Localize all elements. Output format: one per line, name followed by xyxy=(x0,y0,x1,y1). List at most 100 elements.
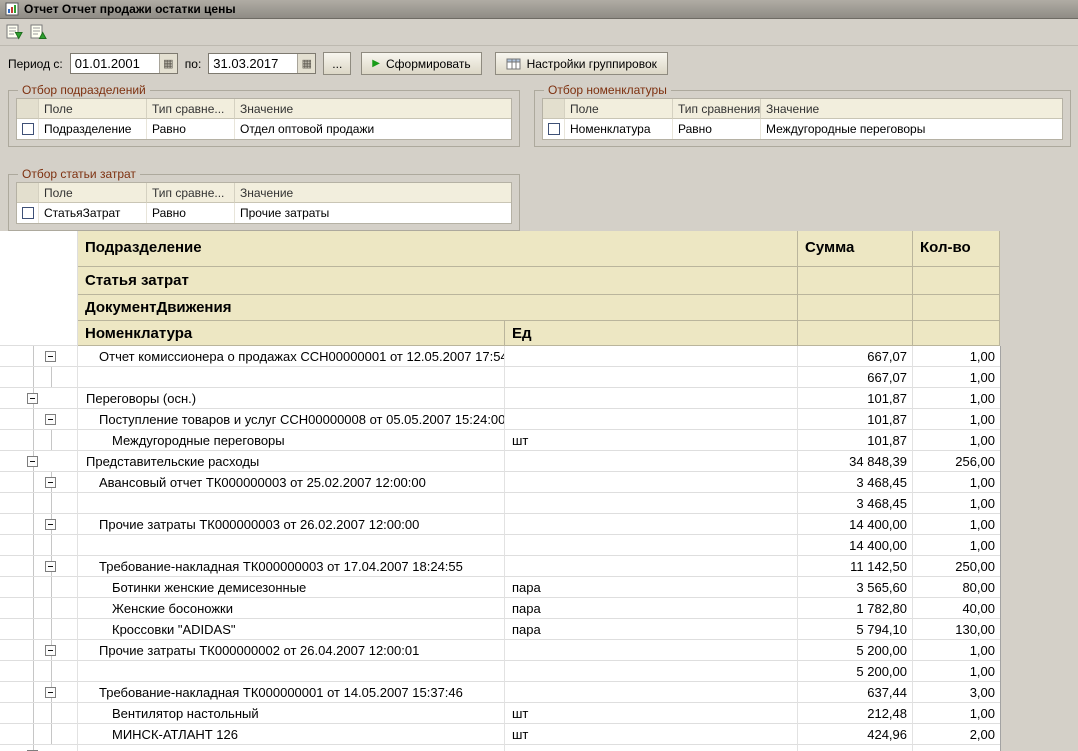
filter-group-nomenclature: Отбор номенклатуры Поле Тип сравнения Зн… xyxy=(534,83,1071,147)
collapse-icon[interactable] xyxy=(45,414,56,425)
row-label: Представительские расходы xyxy=(78,451,505,472)
tree-cell xyxy=(0,745,78,751)
table-row[interactable]: 14 400,00 1,00 xyxy=(0,535,1078,556)
collapse-icon[interactable] xyxy=(27,393,38,404)
tree-line xyxy=(51,661,52,681)
row-filler xyxy=(1000,346,1078,367)
row-label xyxy=(78,661,505,682)
table-row[interactable]: Прочие затраты 260,5023,00 xyxy=(0,745,1078,751)
collapse-icon[interactable] xyxy=(45,561,56,572)
collapse-icon[interactable] xyxy=(45,477,56,488)
grouping-settings-button[interactable]: Настройки группировок xyxy=(494,52,668,75)
row-label: МИНСК-АТЛАНТ 126 xyxy=(78,724,505,745)
row-qty: 1,00 xyxy=(913,430,1000,451)
table-row[interactable]: Авансовый отчет ТК000000003 от 25.02.200… xyxy=(0,472,1078,493)
groupbox-title: Отбор статьи затрат xyxy=(18,167,140,181)
tree-line xyxy=(51,703,52,723)
row-filler xyxy=(1000,388,1078,409)
row-qty: 1,00 xyxy=(913,661,1000,682)
filter-col-comparison: Тип сравне... xyxy=(147,99,235,119)
table-row[interactable]: Отчет комиссионера о продажах ССН0000000… xyxy=(0,346,1078,367)
filter-field-value: Номенклатура xyxy=(565,119,673,139)
table-row[interactable]: Прочие затраты ТК000000002 от 26.04.2007… xyxy=(0,640,1078,661)
table-row[interactable]: 5 200,00 1,00 xyxy=(0,661,1078,682)
row-unit xyxy=(505,409,798,430)
filter-checkbox[interactable] xyxy=(21,207,34,219)
window-titlebar: Отчет Отчет продажи остатки цены xyxy=(0,0,1078,19)
table-row[interactable]: МИНСК-АТЛАНТ 126 шт 424,96 2,00 xyxy=(0,724,1078,745)
save-report-settings-icon[interactable] xyxy=(3,21,25,43)
filter-table: Поле Тип сравне... Значение СтатьяЗатрат… xyxy=(16,182,512,224)
table-row[interactable]: Поступление товаров и услуг ССН00000008 … xyxy=(0,409,1078,430)
filter-value-value: Междугородные переговоры xyxy=(761,119,1062,139)
row-sum: 3 468,45 xyxy=(798,493,913,514)
row-sum: 3 565,60 xyxy=(798,577,913,598)
row-filler xyxy=(1000,556,1078,577)
collapse-icon[interactable] xyxy=(45,351,56,362)
filter-field-value: Подразделение xyxy=(39,119,147,139)
header-grid-cell xyxy=(913,321,1000,346)
row-label: Прочие затраты xyxy=(78,745,505,751)
tree-line xyxy=(33,598,34,618)
filter-row[interactable]: Подразделение Равно Отдел оптовой продаж… xyxy=(17,119,511,139)
filter-header-row: Поле Тип сравне... Значение xyxy=(17,99,511,119)
filter-value-value: Отдел оптовой продажи xyxy=(235,119,511,139)
tree-cell xyxy=(0,535,78,556)
row-filler xyxy=(1000,682,1078,703)
row-qty: 1,00 xyxy=(913,367,1000,388)
row-filler xyxy=(1000,598,1078,619)
table-row[interactable]: Вентилятор настольный шт 212,48 1,00 xyxy=(0,703,1078,724)
row-filler xyxy=(1000,493,1078,514)
filter-checkbox[interactable] xyxy=(21,123,34,135)
calendar-icon[interactable]: ▦ xyxy=(158,54,177,73)
load-report-settings-icon[interactable] xyxy=(27,21,49,43)
table-row[interactable]: Переговоры (осн.) 101,87 1,00 xyxy=(0,388,1078,409)
table-row[interactable]: Представительские расходы 34 848,39 256,00 xyxy=(0,451,1078,472)
date-to-input[interactable] xyxy=(209,54,298,73)
row-filler xyxy=(1000,430,1078,451)
tree-line xyxy=(33,472,34,492)
table-row[interactable]: Требование-накладная ТК000000001 от 14.0… xyxy=(0,682,1078,703)
header-nomenclature: Номенклатура xyxy=(78,321,505,346)
table-row[interactable]: 3 468,45 1,00 xyxy=(0,493,1078,514)
row-qty: 1,00 xyxy=(913,472,1000,493)
table-row[interactable]: Ботинки женские демисезонные пара 3 565,60… xyxy=(0,577,1078,598)
table-row[interactable]: Кроссовки "ADIDAS" пара 5 794,10 130,00 xyxy=(0,619,1078,640)
period-more-button[interactable]: ... xyxy=(323,52,352,75)
toolbar xyxy=(0,19,1078,46)
tree-cell xyxy=(0,556,78,577)
tree-line xyxy=(33,703,34,723)
row-unit xyxy=(505,661,798,682)
header-grid-cell xyxy=(798,321,913,346)
filter-header-row: Поле Тип сравне... Значение xyxy=(17,183,511,203)
collapse-icon[interactable] xyxy=(27,456,38,467)
date-from-input[interactable] xyxy=(70,54,159,73)
filter-checkbox[interactable] xyxy=(547,123,560,135)
tree-cell xyxy=(0,598,78,619)
play-icon: ▶ xyxy=(372,57,380,69)
collapse-icon[interactable] xyxy=(45,519,56,530)
table-row[interactable]: Женские босоножки пара 1 782,80 40,00 xyxy=(0,598,1078,619)
tree-cell xyxy=(0,493,78,514)
collapse-icon[interactable] xyxy=(45,645,56,656)
table-row[interactable]: Междугородные переговоры шт 101,87 1,00 xyxy=(0,430,1078,451)
filter-header-corner xyxy=(17,99,39,119)
row-label: Прочие затраты ТК000000002 от 26.04.2007… xyxy=(78,640,505,661)
filter-group-cost-item: Отбор статьи затрат Поле Тип сравне... З… xyxy=(8,167,520,231)
header-grid-cell xyxy=(798,267,913,295)
date-from-field: ▦ xyxy=(69,53,178,74)
header-unit: Ед xyxy=(505,321,798,346)
filter-row[interactable]: СтатьяЗатрат Равно Прочие затраты xyxy=(17,203,511,223)
collapse-icon[interactable] xyxy=(45,687,56,698)
filter-checkbox-cell xyxy=(17,203,39,223)
generate-button[interactable]: ▶ Сформировать xyxy=(361,52,482,75)
period-to-label: по: xyxy=(184,56,202,71)
table-row[interactable]: Прочие затраты ТК000000003 от 26.02.2007… xyxy=(0,514,1078,535)
table-row[interactable]: 667,07 1,00 xyxy=(0,367,1078,388)
row-unit: пара xyxy=(505,577,798,598)
tree-cell xyxy=(0,661,78,682)
calendar-icon[interactable]: ▦ xyxy=(297,54,316,73)
table-row[interactable]: Требование-накладная ТК000000003 от 17.0… xyxy=(0,556,1078,577)
filter-row[interactable]: Номенклатура Равно Междугородные перегов… xyxy=(543,119,1062,139)
filter-table: Поле Тип сравне... Значение Подразделени… xyxy=(16,98,512,140)
